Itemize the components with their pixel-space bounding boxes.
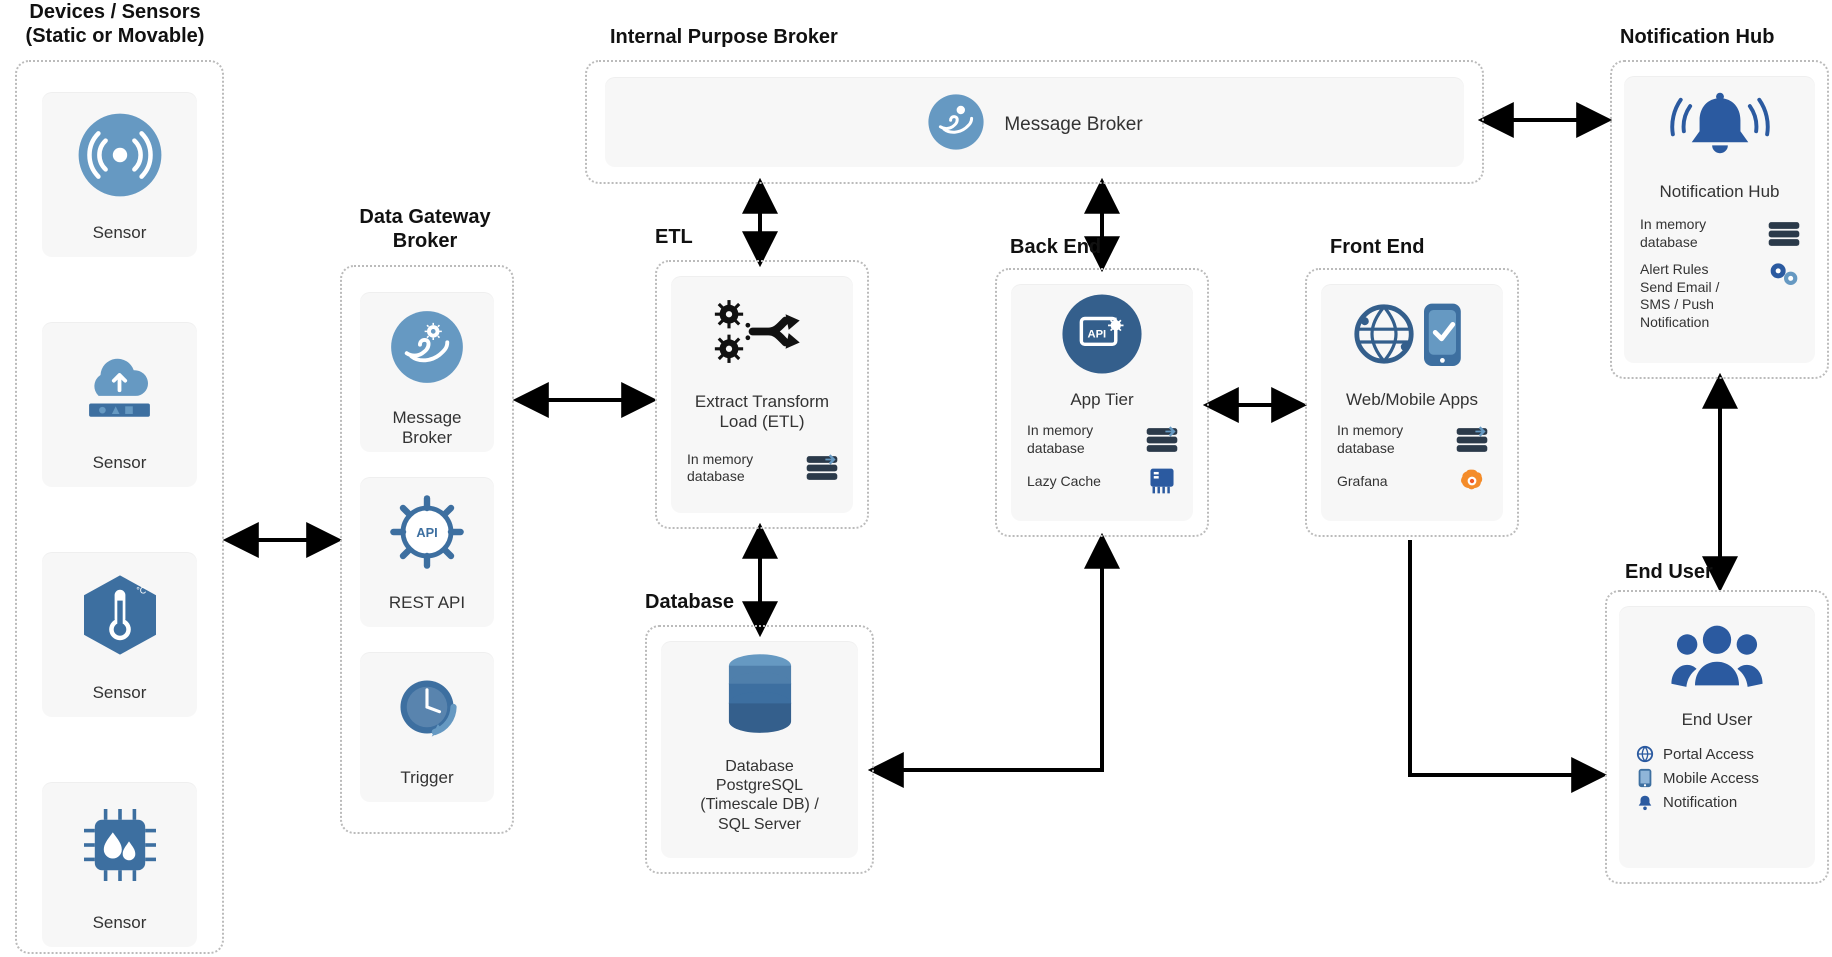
users-icon <box>1619 606 1815 704</box>
diagram-canvas: Devices / Sensors(Static or Movable) Sen… <box>0 0 1832 957</box>
memory-db-icon <box>1455 426 1489 454</box>
list-label: Notification <box>1663 794 1737 811</box>
memory-db-icon <box>805 454 839 482</box>
humidity-chip-icon <box>42 782 197 907</box>
group-title-backend: Back End <box>1010 235 1130 259</box>
card-label: Notification Hub <box>1624 182 1815 202</box>
etl-icon <box>671 276 853 386</box>
temperature-sensor-icon: °C <box>42 552 197 677</box>
svg-text:API: API <box>1088 328 1107 340</box>
sub-label: Alert RulesSend Email /SMS / Push Notifi… <box>1640 261 1767 331</box>
card-rest-api: API REST API <box>360 477 494 627</box>
message-broker-icon <box>926 92 986 152</box>
svg-text:API: API <box>416 525 437 540</box>
cloud-upload-icon <box>42 322 197 447</box>
sub-label: In memorydatabase <box>687 451 805 486</box>
trigger-icon <box>360 652 494 762</box>
notification-bell-icon <box>1624 76 1815 176</box>
card-label: End User <box>1619 710 1815 730</box>
list-item: Notification <box>1635 792 1815 812</box>
card-database: DatabasePostgreSQL(Timescale DB) /SQL Se… <box>661 641 858 858</box>
lazy-cache-icon <box>1145 467 1179 495</box>
group-etl: Extract TransformLoad (ETL) In memorydat… <box>655 260 869 529</box>
card-label: Sensor <box>42 223 197 243</box>
card-apptier: API App Tier In memorydatabase Lazy Cach… <box>1011 284 1193 521</box>
card-message-broker-top: Message Broker <box>605 77 1464 167</box>
group-title-gateway: Data GatewayBroker <box>330 205 520 253</box>
signal-sensor-icon <box>42 92 197 217</box>
card-label: DatabasePostgreSQL(Timescale DB) /SQL Se… <box>661 757 858 834</box>
group-title-nhub: Notification Hub <box>1620 25 1820 49</box>
group-title-broker: Internal Purpose Broker <box>610 25 890 49</box>
card-sensor-temp: °C Sensor <box>42 552 197 717</box>
card-message-broker-gw: MessageBroker <box>360 292 494 452</box>
mobile-access-icon <box>1635 768 1655 788</box>
card-enduser: End User Portal Access Mobile Access Not… <box>1619 606 1815 868</box>
sub-label: Grafana <box>1337 473 1455 491</box>
group-enduser: End User Portal Access Mobile Access Not… <box>1605 590 1829 884</box>
group-backend: API App Tier In memorydatabase Lazy Cach… <box>995 268 1209 537</box>
group-nhub: Notification Hub In memorydatabase Alert… <box>1610 60 1829 379</box>
svg-text:°C: °C <box>136 585 147 595</box>
group-title-etl: ETL <box>655 225 715 249</box>
card-label: Trigger <box>360 768 494 788</box>
grafana-icon <box>1455 467 1489 495</box>
group-database: DatabasePostgreSQL(Timescale DB) /SQL Se… <box>645 625 874 874</box>
app-tier-icon: API <box>1011 284 1193 384</box>
group-internal-broker: Message Broker <box>585 60 1484 184</box>
group-title-frontend: Front End <box>1330 235 1460 259</box>
sub-label: In memorydatabase <box>1337 422 1455 457</box>
database-icon <box>661 641 858 751</box>
notification-icon <box>1635 792 1655 812</box>
card-label: MessageBroker <box>360 408 494 449</box>
sub-label: In memorydatabase <box>1027 422 1145 457</box>
web-mobile-icon <box>1321 284 1503 384</box>
group-devices: Sensor Sensor <box>15 60 224 954</box>
list-item: Mobile Access <box>1635 768 1815 788</box>
list-label: Portal Access <box>1663 746 1754 763</box>
group-title-devices: Devices / Sensors(Static or Movable) <box>5 0 225 48</box>
card-sensor-cloud: Sensor <box>42 322 197 487</box>
rest-api-icon: API <box>360 477 494 587</box>
card-label: REST API <box>360 593 494 613</box>
message-broker-icon <box>360 292 494 402</box>
group-gateway: MessageBroker API REST API <box>340 265 514 834</box>
alert-rules-icon <box>1767 261 1801 289</box>
card-etl: Extract TransformLoad (ETL) In memorydat… <box>671 276 853 513</box>
card-sensor-signal: Sensor <box>42 92 197 257</box>
sub-label: Lazy Cache <box>1027 473 1145 491</box>
group-title-database: Database <box>645 590 755 614</box>
card-label: App Tier <box>1011 390 1193 410</box>
card-trigger: Trigger <box>360 652 494 802</box>
group-title-enduser: End User <box>1625 560 1745 584</box>
sub-label: In memorydatabase <box>1640 216 1767 251</box>
card-webmobile: Web/Mobile Apps In memorydatabase Grafan… <box>1321 284 1503 521</box>
card-nhub: Notification Hub In memorydatabase Alert… <box>1624 76 1815 363</box>
card-label: Web/Mobile Apps <box>1321 390 1503 410</box>
card-label: Extract TransformLoad (ETL) <box>671 392 853 433</box>
card-label: Sensor <box>42 913 197 933</box>
card-label: Message Broker <box>1004 114 1142 137</box>
list-item: Portal Access <box>1635 744 1815 764</box>
card-sensor-chip: Sensor <box>42 782 197 947</box>
card-label: Sensor <box>42 683 197 703</box>
memory-db-icon <box>1145 426 1179 454</box>
card-label: Sensor <box>42 453 197 473</box>
group-frontend: Web/Mobile Apps In memorydatabase Grafan… <box>1305 268 1519 537</box>
portal-access-icon <box>1635 744 1655 764</box>
memory-db-icon <box>1767 220 1801 248</box>
list-label: Mobile Access <box>1663 770 1759 787</box>
